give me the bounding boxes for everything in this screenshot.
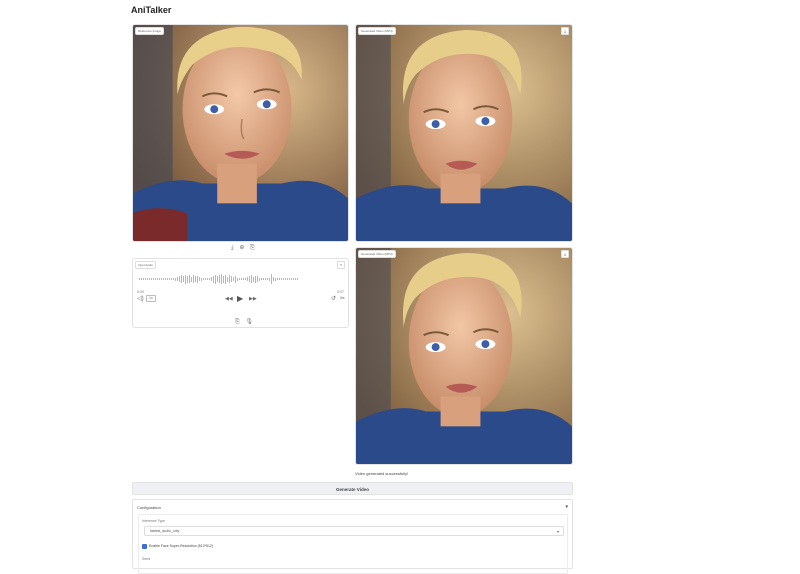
undo-icon[interactable]: ↺ bbox=[331, 295, 336, 302]
generated-video-bottom-label: Generated Video (MP4) bbox=[358, 250, 396, 258]
input-audio-label: Input Audio bbox=[135, 261, 157, 269]
status-text: Video generated successfully! bbox=[355, 471, 409, 476]
super-resolution-checkbox[interactable] bbox=[142, 544, 147, 549]
generated-video-top bbox=[356, 25, 572, 241]
chevron-down-icon: ▾ bbox=[556, 529, 559, 534]
volume-icon[interactable]: ◁) bbox=[137, 295, 144, 302]
reference-image-panel[interactable]: Reference Image bbox=[132, 24, 349, 242]
generate-video-button[interactable]: Generate Video bbox=[132, 482, 573, 495]
trim-icon[interactable]: ✂ bbox=[340, 295, 345, 302]
download-icon[interactable]: ⤓ bbox=[561, 27, 569, 35]
audio-waveform[interactable] bbox=[139, 271, 345, 287]
generated-video-bottom-panel[interactable]: Generated Video (MP4) ⤓ bbox=[355, 247, 573, 465]
download-icon[interactable]: ⤓ bbox=[561, 250, 569, 258]
reference-image bbox=[133, 25, 348, 241]
clipboard-icon[interactable]: ⎘ bbox=[235, 319, 240, 326]
super-resolution-label: Enable Face Super-Resolution (512*512) bbox=[149, 544, 214, 548]
reference-image-label: Reference Image bbox=[135, 27, 165, 35]
microphone-icon[interactable]: 🎙 bbox=[245, 318, 253, 325]
input-audio-toolbar: ⎘ 🎙 bbox=[233, 318, 255, 326]
inference-type-label: Inference Type bbox=[142, 519, 166, 523]
fast-forward-icon[interactable]: ▶▶ bbox=[249, 296, 257, 302]
inference-type-value: fastest_audio_only bbox=[150, 529, 180, 533]
inference-type-select[interactable]: fastest_audio_only ▾ bbox=[144, 526, 564, 536]
generated-video-bottom bbox=[356, 248, 572, 464]
audio-time-end: 0:07 bbox=[337, 290, 344, 294]
app-title: AniTalker bbox=[131, 5, 172, 15]
reference-image-toolbar: ⤓ ⊕ ⎘ bbox=[229, 244, 257, 252]
playback-speed-button[interactable]: 1x bbox=[146, 295, 156, 302]
play-icon[interactable]: ▶ bbox=[237, 294, 243, 303]
configuration-accordion[interactable]: Configuration ▾ Inference Type fastest_a… bbox=[132, 499, 573, 574]
generated-video-top-label: Generated Video (MP4) bbox=[358, 27, 396, 35]
configuration-body: Inference Type fastest_audio_only ▾ Enab… bbox=[138, 514, 568, 574]
download-icon[interactable]: ⤓ bbox=[231, 245, 234, 252]
collapse-icon[interactable]: ▾ bbox=[565, 504, 568, 510]
seed-label: Seed bbox=[142, 557, 151, 561]
audio-time-start: 0:00 bbox=[137, 290, 144, 294]
configuration-title: Configuration bbox=[137, 505, 161, 510]
rewind-icon[interactable]: ◀◀ bbox=[225, 296, 233, 302]
upload-icon[interactable]: ⊕ bbox=[239, 244, 244, 251]
clipboard-icon[interactable]: ⎘ bbox=[250, 245, 255, 252]
close-icon[interactable]: × bbox=[337, 261, 345, 269]
generated-video-top-panel[interactable]: Generated Video (MP4) ⤓ bbox=[355, 24, 573, 242]
